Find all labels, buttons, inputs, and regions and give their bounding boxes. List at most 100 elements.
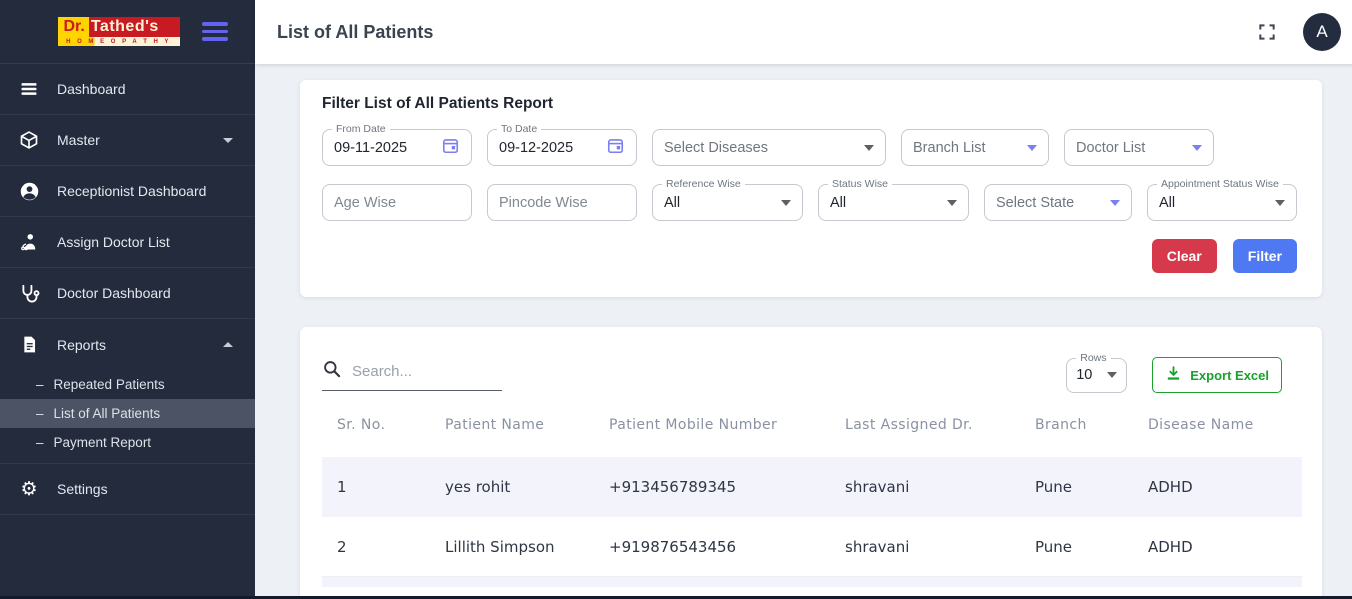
rows-per-page-dropdown[interactable]: Rows 10 (1066, 358, 1127, 393)
appointment-status-dropdown[interactable]: Appointment Status Wise All (1147, 184, 1297, 221)
cell-patient-mobile: +913456789345 (594, 478, 830, 496)
sidebar-item-receptionist-dashboard[interactable]: Receptionist Dashboard (0, 166, 255, 217)
menu-icon (18, 78, 40, 100)
column-header-last-assigned-dr: Last Assigned Dr. (830, 417, 1020, 433)
logo-subtitle: H O M E O P A T H Y (58, 37, 180, 46)
user-avatar[interactable]: A (1303, 13, 1341, 51)
sidebar-item-label: Dashboard (57, 81, 233, 97)
chevron-up-icon (223, 342, 233, 347)
pincode-wise-input[interactable] (499, 195, 625, 211)
cell-branch: Pune (1020, 538, 1133, 556)
filter-button[interactable]: Filter (1233, 239, 1297, 273)
column-header-patient-mobile: Patient Mobile Number (594, 417, 830, 433)
fullscreen-icon[interactable] (1257, 22, 1277, 42)
doctor-list-dropdown[interactable]: Doctor List (1064, 129, 1214, 166)
chevron-down-icon (947, 200, 957, 206)
chevron-down-icon (864, 145, 874, 151)
filter-row-1: From Date To Date Select (322, 129, 1297, 166)
content-area: Filter List of All Patients Report From … (255, 64, 1352, 599)
calendar-icon[interactable] (606, 136, 625, 160)
pincode-wise-field[interactable] (487, 184, 637, 221)
chevron-down-icon (1027, 145, 1037, 151)
sidebar-toggle-icon[interactable] (202, 22, 228, 41)
cell-patient-name: Lillith Simpson (430, 538, 594, 556)
dash-bullet: – (36, 406, 44, 421)
sidebar-subitem-list-of-all-patients[interactable]: – List of All Patients (0, 399, 255, 428)
download-icon (1165, 365, 1182, 385)
sidebar-subitem-label: Repeated Patients (54, 377, 165, 392)
doctor-icon (18, 231, 40, 253)
logo-name-text: Tathed's (89, 17, 180, 37)
filter-row-2: Reference Wise All Status Wise All Selec… (322, 184, 1297, 221)
app-window: Dr. Tathed's H O M E O P A T H Y Dashboa… (0, 0, 1352, 599)
cell-patient-name: yes rohit (430, 478, 594, 496)
sidebar-subitem-repeated-patients[interactable]: – Repeated Patients (0, 370, 255, 399)
cell-disease-name: ADHD (1133, 478, 1302, 496)
sidebar-item-label: Doctor Dashboard (57, 285, 233, 301)
clear-button[interactable]: Clear (1152, 239, 1217, 273)
select-state-value: Select State (996, 195, 1104, 211)
export-excel-label: Export Excel (1190, 368, 1269, 383)
reference-wise-value: All (664, 195, 775, 211)
cell-patient-mobile: +919876543456 (594, 538, 830, 556)
cell-sr-no: 2 (322, 538, 430, 556)
column-header-disease-name: Disease Name (1133, 417, 1302, 433)
table-row[interactable]: 1 yes rohit +913456789345 shravani Pune … (322, 457, 1302, 517)
sidebar-item-reports[interactable]: Reports (0, 319, 255, 370)
branch-list-value: Branch List (913, 140, 1021, 156)
from-date-label: From Date (332, 123, 390, 135)
chevron-down-icon (1192, 145, 1202, 151)
doctor-list-value: Doctor List (1076, 140, 1186, 156)
rows-label: Rows (1076, 352, 1110, 364)
reference-wise-label: Reference Wise (662, 178, 745, 190)
cell-branch: Pune (1020, 478, 1133, 496)
chevron-down-icon (781, 200, 791, 206)
branch-list-dropdown[interactable]: Branch List (901, 129, 1049, 166)
to-date-field[interactable]: To Date (487, 129, 637, 166)
chevron-down-icon (1107, 372, 1117, 378)
rows-value: 10 (1076, 367, 1101, 383)
select-state-dropdown[interactable]: Select State (984, 184, 1132, 221)
sidebar-item-label: Master (57, 132, 206, 148)
status-wise-dropdown[interactable]: Status Wise All (818, 184, 969, 221)
sidebar-item-label: Assign Doctor List (57, 234, 233, 250)
status-wise-value: All (830, 195, 941, 211)
brand-logo[interactable]: Dr. Tathed's H O M E O P A T H Y (58, 17, 180, 46)
cell-last-assigned-dr: shravani (830, 478, 1020, 496)
search-icon (322, 359, 342, 384)
sidebar-item-settings[interactable]: ⚙ Settings (0, 464, 255, 515)
from-date-input[interactable] (334, 140, 441, 156)
sidebar-item-master[interactable]: Master (0, 115, 255, 166)
top-header: List of All Patients A (255, 0, 1352, 64)
select-diseases-value: Select Diseases (664, 140, 858, 156)
cube-icon (18, 129, 40, 151)
sidebar-item-dashboard[interactable]: Dashboard (0, 64, 255, 115)
table-row[interactable]: 2 Lillith Simpson +919876543456 shravani… (322, 517, 1302, 577)
sidebar-item-assign-doctor-list[interactable]: Assign Doctor List (0, 217, 255, 268)
to-date-label: To Date (497, 123, 541, 135)
to-date-input[interactable] (499, 140, 606, 156)
select-diseases-dropdown[interactable]: Select Diseases (652, 129, 886, 166)
sidebar-item-label: Reports (57, 337, 206, 353)
cell-sr-no: 1 (322, 478, 430, 496)
sidebar-item-doctor-dashboard[interactable]: Doctor Dashboard (0, 268, 255, 319)
chevron-down-icon (223, 138, 233, 143)
sidebar-subitem-label: List of All Patients (54, 406, 161, 421)
sidebar-subitem-payment-report[interactable]: – Payment Report (0, 428, 255, 457)
sidebar-item-label: Receptionist Dashboard (57, 183, 233, 199)
table-toolbar-right: Rows 10 Export Excel (1066, 357, 1282, 393)
chevron-down-icon (1275, 200, 1285, 206)
reports-submenu: – Repeated Patients – List of All Patien… (0, 370, 255, 464)
calendar-icon[interactable] (441, 136, 460, 160)
column-header-sr-no: Sr. No. (322, 417, 430, 433)
age-wise-input[interactable] (334, 195, 460, 211)
reference-wise-dropdown[interactable]: Reference Wise All (652, 184, 803, 221)
search-field[interactable] (322, 359, 502, 391)
sidebar-header: Dr. Tathed's H O M E O P A T H Y (0, 0, 255, 64)
search-input[interactable] (352, 363, 502, 380)
from-date-field[interactable]: From Date (322, 129, 472, 166)
age-wise-field[interactable] (322, 184, 472, 221)
sidebar: Dr. Tathed's H O M E O P A T H Y Dashboa… (0, 0, 255, 599)
export-excel-button[interactable]: Export Excel (1152, 357, 1282, 393)
column-header-patient-name: Patient Name (430, 417, 594, 433)
